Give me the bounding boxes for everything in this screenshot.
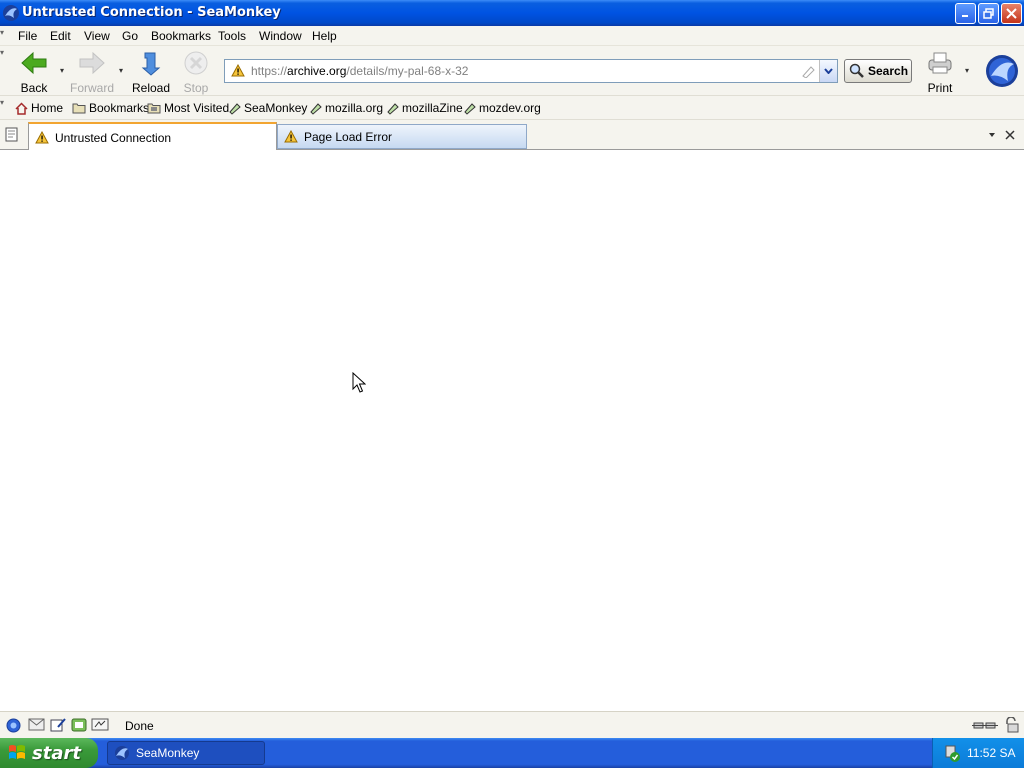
folder-icon — [147, 103, 161, 114]
system-tray: 11:52 SA — [932, 738, 1024, 768]
chevron-down-icon — [824, 68, 833, 74]
mouse-cursor-icon — [352, 372, 366, 393]
close-icon — [1006, 8, 1017, 19]
stop-icon — [184, 51, 208, 75]
title-bar: Untrusted Connection - SeaMonkey — [0, 0, 1024, 26]
bookmark-mozilla-org[interactable]: mozilla.org — [309, 101, 383, 115]
url-history-dropdown-button[interactable] — [819, 60, 837, 82]
menu-edit[interactable]: Edit — [50, 29, 71, 43]
menu-bar: ▾ File Edit View Go Bookmarks Tools Wind… — [0, 26, 1024, 46]
forward-arrow-icon — [79, 51, 105, 75]
address-book-icon[interactable] — [91, 718, 109, 731]
menu-view[interactable]: View — [84, 29, 110, 43]
back-arrow-icon — [21, 51, 47, 75]
reload-icon — [141, 52, 161, 76]
status-bar: Done — [0, 711, 1024, 738]
warning-icon — [35, 131, 49, 144]
composer-icon[interactable] — [50, 717, 67, 732]
url-text[interactable]: https://archive.org/details/my-pal-68-x-… — [251, 64, 468, 78]
clock: 11:52 SA — [967, 746, 1016, 760]
seamonkey-throbber-icon[interactable] — [985, 54, 1019, 88]
toolbar-grip-icon[interactable]: ▾ — [0, 48, 8, 57]
url-bar[interactable]: https://archive.org/details/my-pal-68-x-… — [224, 59, 838, 83]
menu-bookmarks[interactable]: Bookmarks — [151, 29, 211, 43]
restore-icon — [983, 8, 994, 19]
tab-label: Page Load Error — [304, 129, 393, 144]
windows-logo-icon — [9, 745, 25, 759]
chatzilla-icon[interactable] — [71, 717, 88, 732]
tab-bar: Untrusted Connection Page Load Error — [0, 120, 1024, 151]
navigator-icon[interactable] — [6, 718, 21, 733]
page-content[interactable] — [0, 150, 1024, 711]
bookmark-icon — [387, 102, 399, 115]
bookmark-icon — [464, 102, 476, 115]
security-shield-icon[interactable] — [943, 745, 961, 763]
print-dropdown-icon[interactable]: ▾ — [965, 66, 969, 75]
close-window-button[interactable] — [1001, 3, 1022, 24]
minimize-icon — [962, 15, 968, 17]
seamonkey-icon — [115, 746, 129, 760]
personal-toolbar: ▾ Home Bookmarks Most Visited SeaMonkey … — [0, 96, 1024, 120]
minimize-button[interactable] — [955, 3, 976, 24]
toolbar-grip-icon[interactable]: ▾ — [0, 28, 8, 37]
folder-icon — [72, 103, 86, 114]
bookmark-icon — [229, 102, 241, 115]
search-icon — [849, 63, 864, 78]
taskbar-item-seamonkey[interactable]: SeaMonkey — [107, 741, 265, 765]
taskbar: start SeaMonkey 11:52 SA — [0, 738, 1024, 768]
close-tab-icon[interactable] — [1005, 130, 1015, 140]
tab-untrusted-connection[interactable]: Untrusted Connection — [28, 122, 277, 151]
warning-icon — [231, 64, 245, 77]
reload-button[interactable]: Reload — [132, 50, 170, 95]
menu-file[interactable]: File — [18, 29, 37, 43]
navigation-toolbar: ▾ Back ▾ Forward ▾ Reload Stop https://a… — [0, 46, 1024, 96]
toolbar-grip-icon[interactable]: ▾ — [0, 98, 8, 107]
forward-dropdown-icon[interactable]: ▾ — [119, 66, 123, 75]
restore-button[interactable] — [978, 3, 999, 24]
padlock-open-icon[interactable] — [1004, 717, 1020, 733]
online-status-icon[interactable] — [972, 720, 998, 731]
page-proxy-icon[interactable] — [801, 64, 815, 78]
seamonkey-icon — [3, 5, 19, 21]
search-button[interactable]: Search — [844, 59, 912, 83]
tab-label: Untrusted Connection — [55, 130, 172, 145]
bookmark-seamonkey[interactable]: SeaMonkey — [228, 101, 307, 115]
bookmark-mozdev-org[interactable]: mozdev.org — [463, 101, 541, 115]
menu-tools[interactable]: Tools — [218, 29, 246, 43]
bookmark-icon — [310, 102, 322, 115]
menu-go[interactable]: Go — [122, 29, 138, 43]
new-tab-icon[interactable] — [4, 127, 20, 143]
mail-icon[interactable] — [28, 718, 45, 731]
back-dropdown-icon[interactable]: ▾ — [60, 66, 64, 75]
status-text: Done — [125, 719, 154, 733]
home-icon — [15, 101, 28, 115]
stop-button[interactable]: Stop — [180, 50, 212, 95]
most-visited-folder[interactable]: Most Visited — [147, 101, 229, 115]
tab-page-load-error[interactable]: Page Load Error — [277, 124, 527, 149]
window-title: Untrusted Connection - SeaMonkey — [22, 5, 281, 20]
bookmark-mozillazine[interactable]: mozillaZine — [386, 101, 463, 115]
bookmarks-folder[interactable]: Bookmarks — [72, 101, 149, 115]
browser-window: Untrusted Connection - SeaMonkey ▾ File … — [0, 0, 1024, 738]
forward-button[interactable]: Forward — [70, 50, 114, 95]
printer-icon — [928, 52, 952, 74]
tab-list-dropdown-icon[interactable] — [988, 132, 996, 138]
start-button[interactable]: start — [0, 738, 98, 768]
menu-help[interactable]: Help — [312, 29, 337, 43]
print-button[interactable]: Print — [925, 50, 955, 95]
home-button[interactable]: Home — [15, 101, 63, 115]
warning-icon — [284, 130, 298, 143]
back-button[interactable]: Back — [17, 50, 51, 95]
menu-window[interactable]: Window — [259, 29, 302, 43]
